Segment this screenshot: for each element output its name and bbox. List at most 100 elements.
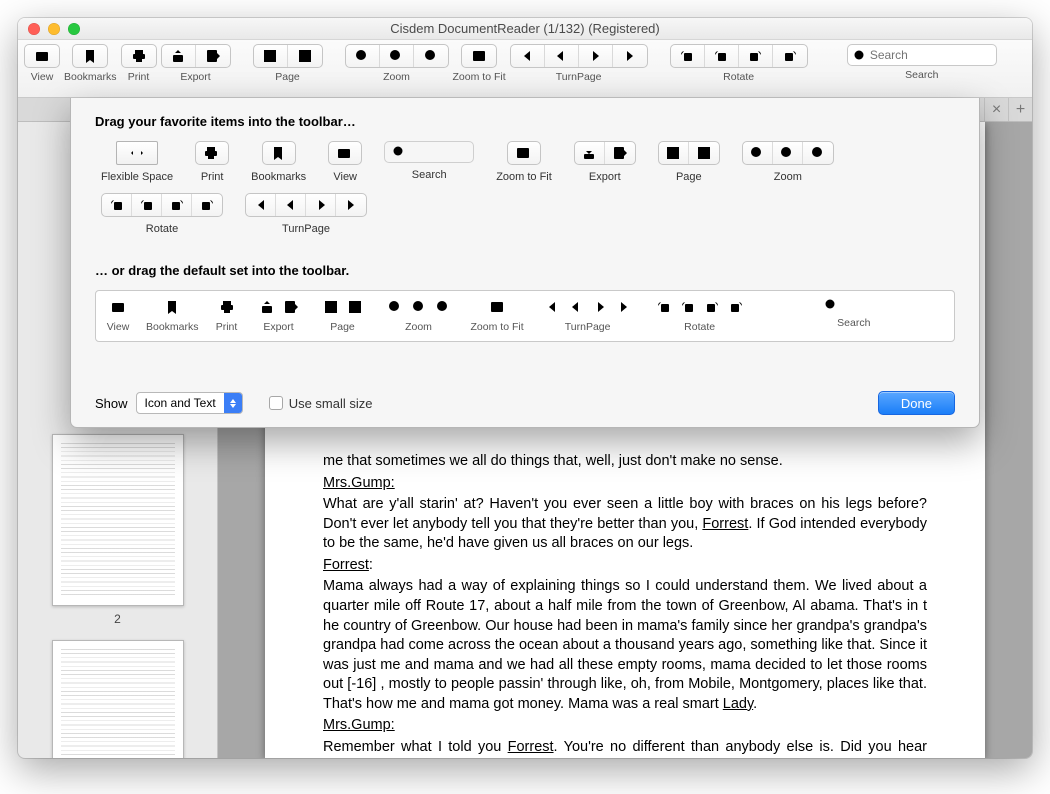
rotate-right2-button[interactable] [773,45,807,67]
sheet-heading: Drag your favorite items into the toolba… [95,114,955,129]
zoom-out-icon [354,48,370,64]
doc-text: Mama always had a way of explaining thin… [323,578,927,711]
doc-text: Remember what I told you [323,739,508,755]
page-facing-icon [347,299,363,315]
rotate-left2-button[interactable] [705,45,739,67]
palette-print[interactable]: Print [195,141,229,183]
rotate-right-icon [199,197,215,213]
zoomfit-label: Zoom to Fit [453,71,506,83]
checkbox-icon [269,396,283,410]
print-label: Print [128,71,150,83]
sheet-footer: Show Icon and Text Use small size Done [95,391,955,415]
print-icon [219,299,235,315]
doc-text: me that sometimes we all do things that,… [323,452,927,472]
sheet-subheading: … or drag the default set into the toolb… [95,263,955,278]
search-label: Search [905,69,938,81]
search-icon [823,297,839,313]
palette-view[interactable]: View [328,141,362,183]
search-icon [852,48,868,64]
thumbnail-number: 2 [30,612,205,626]
zoom-out-icon [387,299,403,315]
view-button[interactable] [25,45,59,67]
page-thumbnail[interactable] [52,434,184,606]
next-page-button[interactable] [579,45,613,67]
prev-page-icon [568,299,584,315]
turnpage-label: TurnPage [556,71,602,83]
export-up-button[interactable] [162,45,196,67]
zoom-fit-icon [515,145,531,161]
export-out-icon [612,145,628,161]
export-up-icon [259,299,275,315]
zoom-fit-icon [489,299,505,315]
palette-bookmarks[interactable]: Bookmarks [251,141,306,183]
show-mode-select[interactable]: Icon and Text [136,392,243,414]
page-single-button[interactable] [254,45,288,67]
rotate-left-icon [680,299,696,315]
last-page-icon [343,197,359,213]
doc-text: Forrest [702,516,748,532]
palette-flexible-space[interactable]: Flexible Space [101,141,173,183]
zoom-out-button[interactable] [346,45,380,67]
show-mode-value: Icon and Text [137,396,224,410]
palette-rotate[interactable]: Rotate [101,193,223,235]
select-arrows-icon [224,393,242,413]
palette-search[interactable]: Search [384,141,474,183]
doc-text: : [369,557,373,573]
rotate-right-icon [704,299,720,315]
first-page-button[interactable] [511,45,545,67]
next-page-icon [592,299,608,315]
zoom-reset-button[interactable] [380,45,414,67]
page-thumbnail[interactable] [52,640,184,758]
palette-page[interactable]: Page [658,141,720,183]
bookmarks-button[interactable] [73,45,107,67]
palette-export[interactable]: Export [574,141,636,183]
rotate-left-icon [139,197,155,213]
zoom-to-fit-button[interactable] [462,45,496,67]
page-single-icon [262,48,278,64]
palette-zoom-to-fit[interactable]: Zoom to Fit [496,141,552,183]
page-single-icon [323,299,339,315]
zoom-out-icon [749,145,765,161]
export-out-button[interactable] [196,45,230,67]
rotate-left-button[interactable] [671,45,705,67]
export-out-icon [205,48,221,64]
download-icon [581,145,597,161]
rotate-left-icon [656,299,672,315]
use-small-size-checkbox[interactable]: Use small size [269,396,373,411]
prev-page-button[interactable] [545,45,579,67]
prev-page-icon [283,197,299,213]
bookmark-icon [164,299,180,315]
view-icon [336,145,352,161]
doc-text: Forrest [323,557,369,573]
zoom-reset-icon [779,145,795,161]
palette-zoom[interactable]: Zoom [742,141,834,183]
print-button[interactable] [122,45,156,67]
view-label: View [31,71,54,83]
last-page-button[interactable] [613,45,647,67]
print-icon [131,48,147,64]
last-page-icon [622,48,638,64]
new-tab-button[interactable]: + [1008,98,1032,121]
flex-space-icon [129,145,145,161]
zoom-in-icon [810,145,826,161]
zoom-in-button[interactable] [414,45,448,67]
rotate-right-icon [747,48,763,64]
app-window: Cisdem DocumentReader (1/132) (Registere… [18,18,1032,758]
prev-page-icon [553,48,569,64]
first-page-icon [519,48,535,64]
page-facing-button[interactable] [288,45,322,67]
default-toolbar-set[interactable]: View Bookmarks Print Export Page Zoom Zo… [95,290,955,342]
main-toolbar: View Bookmarks Print Export Page Zoom Zo… [18,40,1032,98]
search-input[interactable] [847,44,997,66]
done-button[interactable]: Done [878,391,955,415]
close-tab-button[interactable]: × [984,98,1008,121]
doc-text: Forrest [508,739,554,755]
view-icon [34,48,50,64]
show-label: Show [95,396,128,411]
page-facing-icon [696,145,712,161]
rotate-left-icon [679,48,695,64]
rotate-label: Rotate [723,71,754,83]
palette-turnpage[interactable]: TurnPage [245,193,367,235]
rotate-right-button[interactable] [739,45,773,67]
zoom-fit-icon [471,48,487,64]
